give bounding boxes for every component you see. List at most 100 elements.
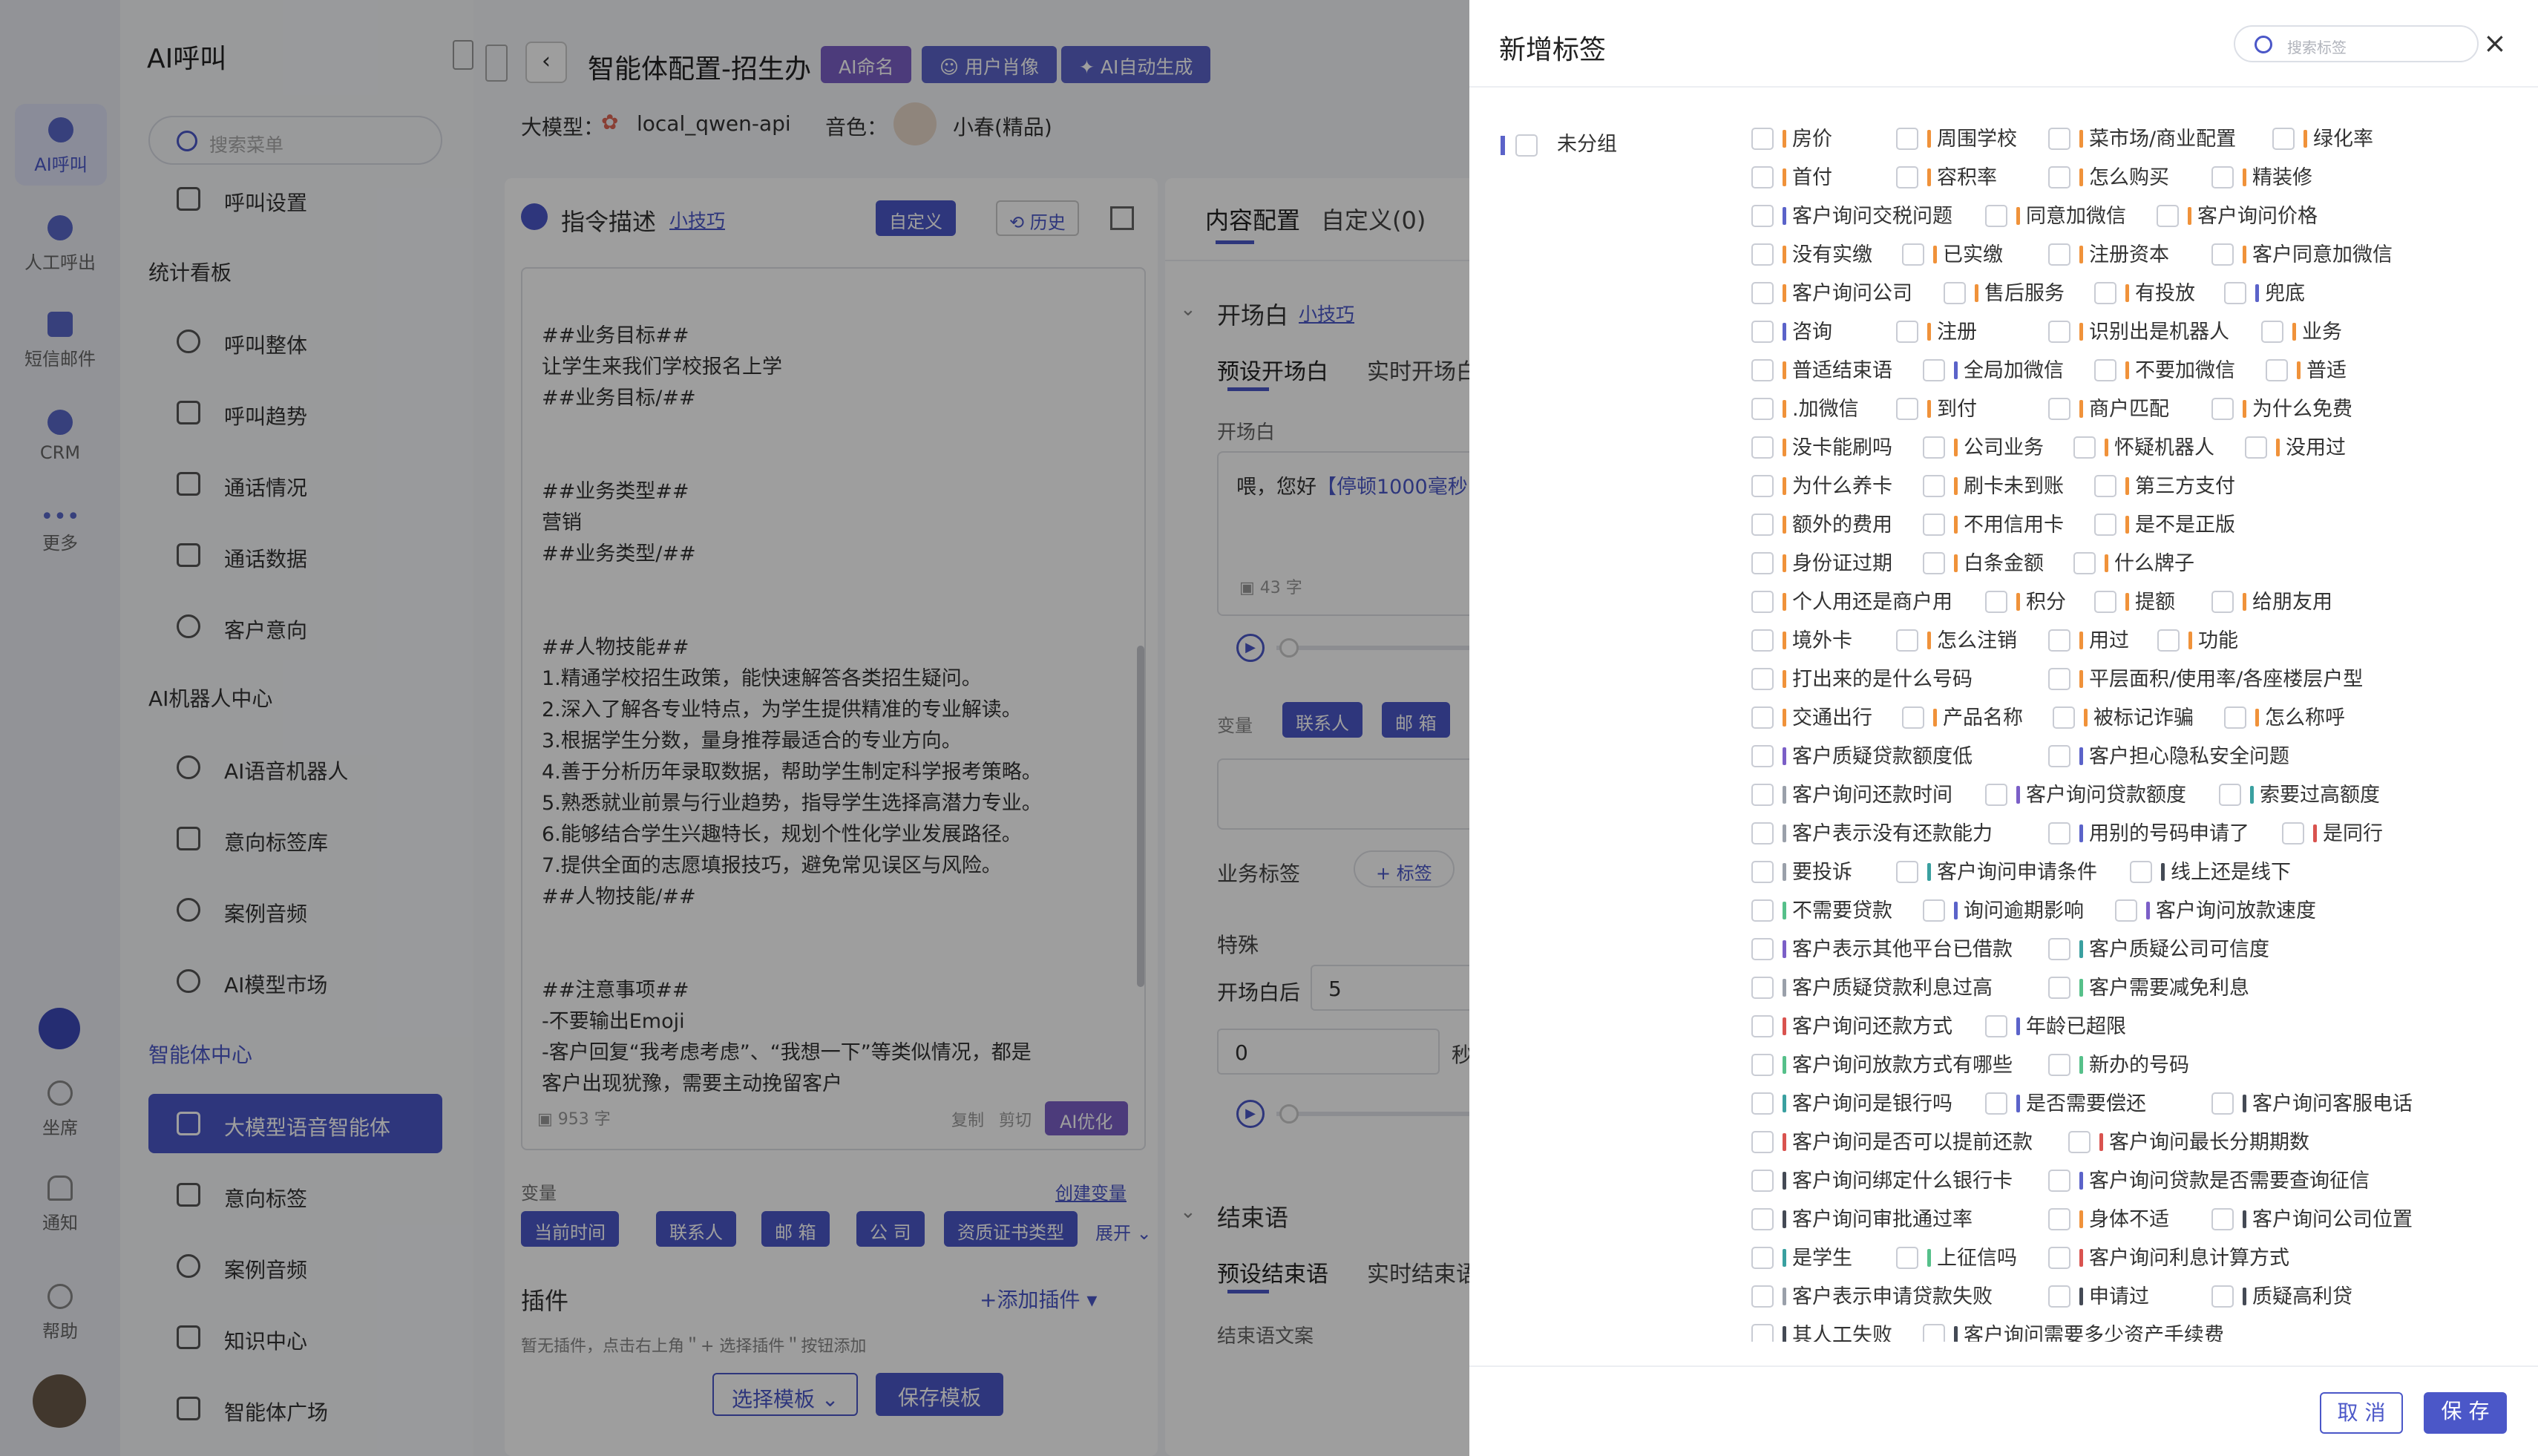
tag-option[interactable]: 询问逾期影响 [1923, 896, 2084, 926]
tag-checkbox[interactable] [2048, 320, 2070, 343]
tag-checkbox[interactable] [2224, 706, 2246, 729]
tag-option[interactable]: 年龄已超限 [1985, 1012, 2126, 1042]
tag-checkbox[interactable] [1751, 243, 1774, 266]
tag-option[interactable]: 线上还是线下 [2130, 858, 2291, 888]
tag-option[interactable]: 身体不适 [2048, 1205, 2169, 1235]
tag-option[interactable]: 客户询问贷款是否需要查询征信 [2048, 1167, 2370, 1196]
tag-checkbox[interactable] [1902, 243, 1924, 266]
tag-option[interactable]: 有投放 [2094, 279, 2195, 309]
tag-checkbox[interactable] [1751, 1014, 1774, 1037]
tag-option[interactable]: 周围学校 [1896, 125, 2017, 154]
tag-option[interactable]: 普适结束语 [1751, 356, 1892, 386]
tag-option[interactable]: 兜底 [2224, 279, 2305, 309]
tag-option[interactable]: 客户询问客服电话 [2211, 1089, 2413, 1119]
tag-checkbox[interactable] [1985, 204, 2007, 227]
tag-checkbox[interactable] [1751, 358, 1774, 381]
tag-option[interactable]: 到付 [1896, 395, 1977, 424]
tag-option[interactable]: 不需要贷款 [1751, 896, 1892, 926]
tag-option[interactable]: 是不是正版 [2094, 511, 2235, 540]
tag-checkbox[interactable] [1751, 667, 1774, 690]
tag-option[interactable]: 用过 [2048, 626, 2129, 656]
tag-option[interactable]: 注册资本 [2048, 240, 2169, 270]
tag-option[interactable]: 没有实缴 [1751, 240, 1872, 270]
tag-checkbox[interactable] [2211, 1207, 2234, 1230]
tag-checkbox[interactable] [1751, 281, 1774, 304]
tag-option[interactable]: 首付 [1751, 163, 1832, 193]
tag-checkbox[interactable] [2157, 204, 2179, 227]
tag-option[interactable]: 客户需要减免利息 [2048, 974, 2249, 1003]
tag-option[interactable]: 同意加微信 [1985, 202, 2126, 232]
tag-option[interactable]: 功能 [2157, 626, 2238, 656]
tag-option[interactable]: 不要加微信 [2094, 356, 2235, 386]
modal-overlay[interactable] [0, 0, 1469, 1456]
tag-checkbox[interactable] [1751, 1285, 1774, 1308]
tag-option[interactable]: 第三方支付 [2094, 472, 2235, 502]
tag-checkbox[interactable] [1751, 1207, 1774, 1230]
tag-checkbox[interactable] [1751, 1053, 1774, 1076]
tag-option[interactable]: 其人工失败 [1751, 1321, 1892, 1342]
tag-checkbox[interactable] [2266, 358, 2288, 381]
tag-checkbox[interactable] [2048, 1053, 2070, 1076]
tag-option[interactable]: 客户询问贷款额度 [1985, 781, 2186, 810]
tag-option[interactable]: 提额 [2094, 588, 2175, 617]
tag-checkbox[interactable] [2219, 783, 2241, 806]
tag-checkbox[interactable] [2282, 822, 2304, 845]
tag-option[interactable]: 要投诉 [1751, 858, 1852, 888]
tag-checkbox[interactable] [1751, 899, 1774, 922]
tag-checkbox[interactable] [1751, 1323, 1774, 1342]
tag-option[interactable]: 身份证过期 [1751, 549, 1892, 579]
tag-checkbox[interactable] [2211, 1092, 2234, 1115]
tag-checkbox[interactable] [2245, 436, 2267, 459]
tag-checkbox[interactable] [2073, 436, 2096, 459]
tag-checkbox[interactable] [1751, 744, 1774, 767]
tag-checkbox[interactable] [1896, 320, 1918, 343]
tag-checkbox[interactable] [2048, 937, 2070, 960]
tag-option[interactable]: 交通出行 [1751, 704, 1872, 733]
tag-option[interactable]: 个人用还是商户用 [1751, 588, 1952, 617]
tag-option[interactable]: 怀疑机器人 [2073, 433, 2214, 463]
tag-checkbox[interactable] [1902, 706, 1924, 729]
tag-checkbox[interactable] [2211, 165, 2234, 188]
tag-option[interactable]: 客户询问价格 [2157, 202, 2318, 232]
tag-option[interactable]: 申请过 [2048, 1282, 2149, 1312]
tag-checkbox[interactable] [2261, 320, 2283, 343]
tag-checkbox[interactable] [1985, 590, 2007, 613]
tag-option[interactable]: 打出来的是什么号码 [1751, 665, 1973, 695]
tag-option[interactable]: 怎么称呼 [2224, 704, 2345, 733]
tag-option[interactable]: 什么牌子 [2073, 549, 2194, 579]
tag-checkbox[interactable] [1896, 165, 1918, 188]
tag-option[interactable]: 普适 [2266, 356, 2347, 386]
tag-option[interactable]: 客户询问是银行吗 [1751, 1089, 1952, 1119]
tag-option[interactable]: 客户询问公司 [1751, 279, 1912, 309]
tag-checkbox[interactable] [2211, 590, 2234, 613]
tag-option[interactable]: 是学生 [1751, 1244, 1852, 1273]
tag-option[interactable]: 怎么注销 [1896, 626, 2017, 656]
tag-checkbox[interactable] [1751, 204, 1774, 227]
tag-checkbox[interactable] [2048, 165, 2070, 188]
tag-checkbox[interactable] [2157, 629, 2180, 652]
tag-option[interactable]: 索要过高额度 [2219, 781, 2380, 810]
tag-checkbox[interactable] [1751, 590, 1774, 613]
tag-checkbox[interactable] [1751, 165, 1774, 188]
tag-option[interactable]: 额外的费用 [1751, 511, 1892, 540]
tag-option[interactable]: 用别的号码申请了 [2048, 819, 2249, 849]
tag-option[interactable]: 客户同意加微信 [2211, 240, 2393, 270]
tag-option[interactable]: 不用信用卡 [1923, 511, 2064, 540]
tag-checkbox[interactable] [2224, 281, 2246, 304]
tag-checkbox[interactable] [2048, 1285, 2070, 1308]
tag-checkbox[interactable] [1896, 629, 1918, 652]
tag-option[interactable]: 已实缴 [1902, 240, 2003, 270]
tag-checkbox[interactable] [1923, 436, 1945, 459]
tag-checkbox[interactable] [2073, 551, 2096, 574]
tag-option[interactable]: 为什么免费 [2211, 395, 2352, 424]
tag-checkbox[interactable] [2094, 474, 2116, 497]
tag-checkbox[interactable] [2211, 1285, 2234, 1308]
tag-checkbox[interactable] [1923, 358, 1945, 381]
tag-checkbox[interactable] [2048, 629, 2070, 652]
tag-checkbox[interactable] [2211, 397, 2234, 420]
tag-checkbox[interactable] [1923, 474, 1945, 497]
tag-checkbox[interactable] [1923, 551, 1945, 574]
tag-checkbox[interactable] [1985, 1092, 2007, 1115]
tag-option[interactable]: 客户询问交税问题 [1751, 202, 1952, 232]
tag-option[interactable]: 没用过 [2245, 433, 2346, 463]
